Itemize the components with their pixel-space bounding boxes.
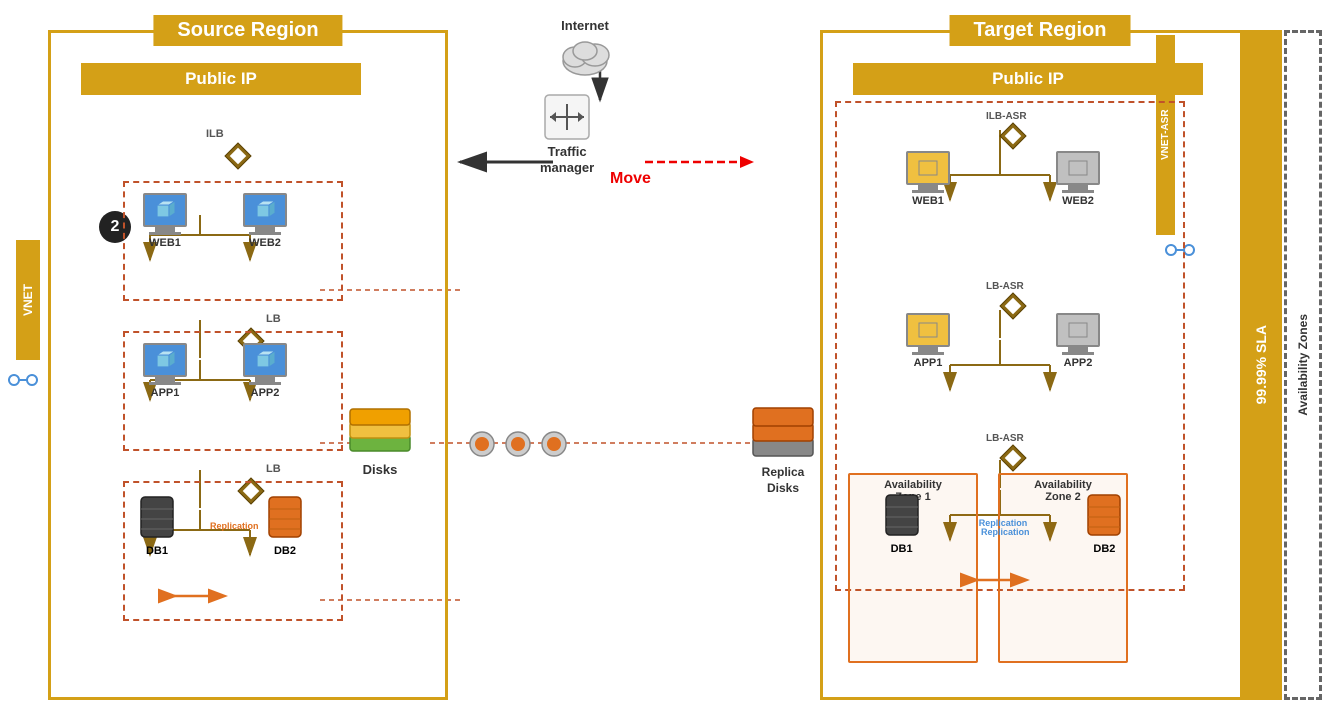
source-db-group: DB1 Replication DB2	[123, 481, 343, 621]
target-app2: APP2	[1056, 313, 1100, 369]
target-replication-label: Replication	[979, 491, 1028, 555]
target-public-ip-box: Public IP	[853, 63, 1203, 95]
target-public-ip-label: Public IP	[992, 69, 1064, 88]
target-db1-label: DB1	[891, 543, 913, 555]
source-web2-label: WEB2	[249, 237, 281, 249]
target-db2-icon	[1084, 491, 1124, 541]
ilb-label: ILB	[206, 128, 224, 140]
sla-panel: 99.99% SLA	[1240, 30, 1282, 700]
target-db1-icon	[882, 491, 922, 541]
target-web1-label: WEB1	[912, 195, 944, 207]
target-app2-label: APP2	[1064, 357, 1093, 369]
target-app1: APP1	[906, 313, 950, 369]
source-db1: DB1	[137, 493, 177, 557]
source-db2: DB2	[265, 493, 305, 557]
sla-label: 99.99% SLA	[1253, 325, 1269, 404]
source-app2-label: APP2	[251, 387, 280, 399]
monitor-icon4	[1067, 321, 1089, 339]
target-region-label: Target Region	[950, 15, 1131, 46]
source-replication-label: Replication	[210, 521, 259, 531]
cube-icon3	[254, 349, 276, 371]
target-db2: DB2	[1084, 491, 1124, 555]
replica-disks-icon	[748, 400, 818, 465]
internet-section: Internet	[555, 18, 615, 78]
disks-icon	[345, 400, 415, 460]
rep-icon2	[504, 430, 532, 458]
internet-label: Internet	[561, 18, 609, 33]
rep-icon3	[540, 430, 568, 458]
rep-icon1	[468, 430, 496, 458]
move-label: Move	[610, 170, 651, 188]
source-app2: APP2	[243, 343, 287, 399]
vnet-connector-icon	[8, 368, 38, 397]
cube-icon	[154, 199, 176, 221]
target-region: Target Region VNET-ASR Public IP ILB-ASR	[820, 30, 1260, 700]
cube-icon2	[154, 349, 176, 371]
source-db2-label: DB2	[274, 545, 296, 557]
target-web2: WEB2	[1056, 151, 1100, 207]
source-web1-label: WEB1	[149, 237, 181, 249]
target-app-group: APP1 APP2	[853, 313, 1153, 369]
lb-asr2-diamond-icon	[998, 443, 1028, 473]
monitor-icon3	[917, 321, 939, 339]
traffic-manager-icon	[540, 90, 594, 144]
source-region: Source Region Public IP ILB 2 W	[48, 30, 448, 700]
source-db1-label: DB1	[146, 545, 168, 557]
source-disks: Disks	[345, 400, 415, 477]
source-region-label: Source Region	[153, 15, 342, 46]
source-app1-label: APP1	[151, 387, 180, 399]
target-replication-text: Replication	[981, 527, 1030, 537]
source-web-group: WEB1 WEB2	[123, 181, 343, 301]
replica-disks: ReplicaDisks	[748, 400, 818, 496]
source-app1: APP1	[143, 343, 187, 399]
traffic-manager-section: Trafficmanager	[540, 90, 594, 175]
replica-disks-label: ReplicaDisks	[762, 465, 805, 496]
source-public-ip-box: Public IP	[81, 63, 361, 95]
target-web2-label: WEB2	[1062, 195, 1094, 207]
source-web1: WEB1	[143, 193, 187, 249]
target-db2-label: DB2	[1093, 543, 1115, 555]
disks-label: Disks	[363, 462, 398, 477]
target-db-group: DB1 Replication DB2	[853, 491, 1153, 555]
cube-icon	[254, 199, 276, 221]
monitor-icon2	[1067, 159, 1089, 177]
cloud-icon	[555, 33, 615, 78]
db2-icon	[265, 493, 305, 543]
source-public-ip-label: Public IP	[185, 69, 257, 88]
lb2-label: LB	[266, 463, 281, 475]
target-web-group: WEB1 WEB2	[853, 151, 1153, 207]
target-db1: DB1	[882, 491, 922, 555]
target-app1-label: APP1	[914, 357, 943, 369]
availability-zones-panel: Availability Zones	[1284, 30, 1322, 700]
ilb-diamond-icon	[223, 141, 253, 171]
lb1-label: LB	[266, 313, 281, 325]
source-web2: WEB2	[243, 193, 287, 249]
traffic-manager-label: Trafficmanager	[540, 144, 594, 175]
source-app-group: APP1 APP2	[123, 331, 343, 451]
db1-icon	[137, 493, 177, 543]
vnet-label: VNET	[16, 240, 40, 360]
availability-zones-label: Availability Zones	[1296, 314, 1310, 416]
diagram: Source Region Public IP ILB 2 W	[0, 0, 1324, 726]
replication-chain	[468, 430, 568, 458]
target-web1: WEB1	[906, 151, 950, 207]
monitor-icon	[917, 159, 939, 177]
